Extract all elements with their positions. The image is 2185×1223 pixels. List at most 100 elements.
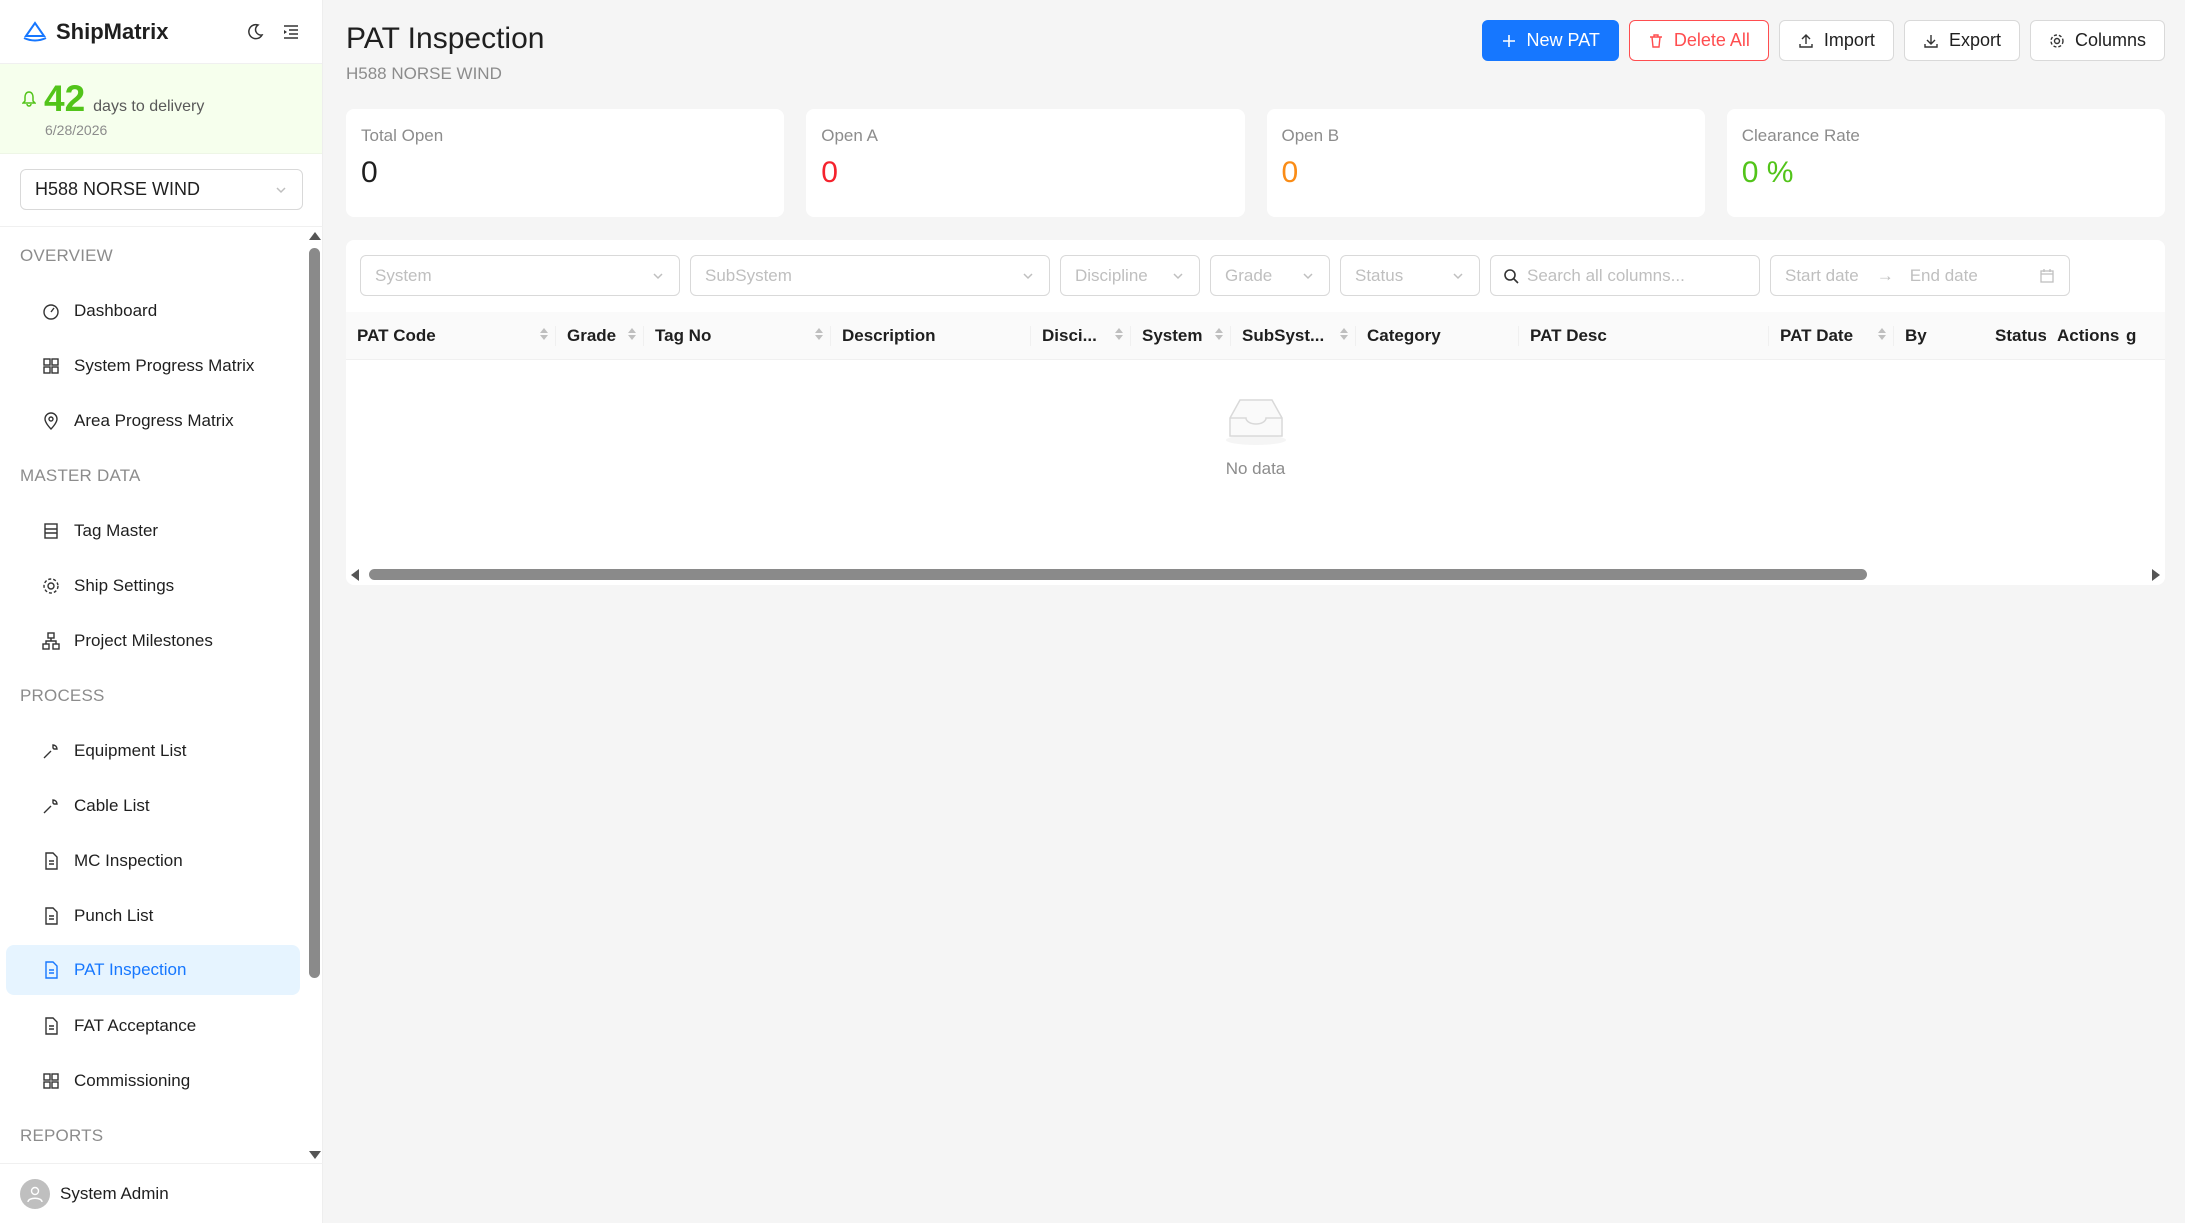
date-range-picker[interactable]: Start date → End date <box>1770 255 2070 296</box>
start-date-placeholder[interactable]: Start date <box>1785 266 1859 286</box>
appstore-icon <box>42 357 60 375</box>
sidebar-item-ship-settings[interactable]: Ship Settings <box>6 558 300 613</box>
column-label: g <box>2126 325 2137 345</box>
gear-icon <box>42 577 60 595</box>
sidebar-item-label: Equipment List <box>74 740 187 760</box>
column-header-status[interactable]: Status <box>1984 312 2046 360</box>
sidebar-item-label: Dashboard <box>74 300 158 320</box>
sort-icon[interactable] <box>628 327 636 340</box>
location-icon <box>42 411 60 430</box>
column-label: PAT Date <box>1780 325 1854 345</box>
sidebar-item-pat-inspection[interactable]: PAT Inspection <box>6 945 300 995</box>
end-date-placeholder[interactable]: End date <box>1910 266 1978 286</box>
sidebar-item-punch-list[interactable]: Punch List <box>6 888 300 943</box>
column-header-description[interactable]: Description <box>831 312 1031 360</box>
sidebar-item-equipment-list[interactable]: Equipment List <box>6 723 300 778</box>
column-label: By <box>1905 325 1927 345</box>
column-header-category[interactable]: Category <box>1356 312 1519 360</box>
system-filter-select[interactable]: System <box>360 255 680 296</box>
stat-value: 0 <box>1281 156 1299 189</box>
scrollbar-thumb[interactable] <box>369 569 1867 580</box>
column-label: Tag No <box>655 325 712 345</box>
subsystem-filter-select[interactable]: SubSystem <box>690 255 1050 296</box>
sidebar-item-area-progress[interactable]: Area Progress Matrix <box>6 393 300 448</box>
search-input[interactable]: Search all columns... <box>1490 255 1760 296</box>
new-pat-button[interactable]: New PAT <box>1481 20 1619 61</box>
status-filter-select[interactable]: Status <box>1340 255 1480 296</box>
pat-table-panel: System SubSystem Discipline Grade Status <box>346 240 2165 585</box>
column-label: PAT Desc <box>1530 325 1607 345</box>
sort-icon[interactable] <box>1340 327 1348 340</box>
column-header-pat-code[interactable]: PAT Code <box>346 312 556 360</box>
sidebar: ShipMatrix 42 days to delivery 6/28/2026… <box>0 0 323 1223</box>
file-text-icon <box>42 851 60 870</box>
column-header-by[interactable]: By <box>1894 312 1984 360</box>
column-header-overflow[interactable]: g <box>2122 312 2145 360</box>
discipline-filter-placeholder: Discipline <box>1075 265 1148 285</box>
sort-icon[interactable] <box>1115 327 1123 340</box>
import-label: Import <box>1823 30 1875 50</box>
scroll-up-arrow-icon[interactable] <box>309 232 321 240</box>
file-text-icon <box>42 1016 60 1035</box>
column-header-discipline[interactable]: Disci... <box>1031 312 1131 360</box>
sidebar-item-tag-master[interactable]: Tag Master <box>6 503 300 558</box>
stat-value: 0 % <box>1741 156 1794 189</box>
table-horizontal-scrollbar[interactable] <box>346 566 2165 583</box>
sort-icon[interactable] <box>1878 327 1886 340</box>
page-title: PAT Inspection <box>346 22 545 55</box>
subsystem-filter-placeholder: SubSystem <box>705 265 792 285</box>
column-label: Category <box>1367 325 1441 345</box>
sidebar-item-cable-list[interactable]: Cable List <box>6 778 300 833</box>
sidebar-item-commissioning[interactable]: Commissioning <box>6 1053 300 1108</box>
sidebar-item-dashboard[interactable]: Dashboard <box>6 283 300 338</box>
nav-group-master-data: MASTER DATA <box>20 465 141 485</box>
column-header-grade[interactable]: Grade <box>556 312 644 360</box>
search-icon <box>1503 268 1519 284</box>
scroll-right-arrow-icon[interactable] <box>2152 569 2160 581</box>
column-header-system[interactable]: System <box>1131 312 1231 360</box>
delete-all-button[interactable]: Delete All <box>1628 20 1769 61</box>
column-header-pat-date[interactable]: PAT Date <box>1769 312 1894 360</box>
ship-select[interactable]: H588 NORSE WIND <box>20 169 303 210</box>
export-button[interactable]: Export <box>1903 20 2020 61</box>
sidebar-item-mc-inspection[interactable]: MC Inspection <box>6 833 300 888</box>
arrow-right-icon: → <box>1876 265 1894 285</box>
empty-state: No data <box>346 360 2165 510</box>
stat-card-open-b: Open B 0 <box>1266 109 1705 217</box>
columns-button[interactable]: Columns <box>2029 20 2165 61</box>
trash-icon <box>1648 33 1664 49</box>
sort-icon[interactable] <box>815 327 823 340</box>
column-header-actions[interactable]: Actions <box>2046 312 2122 360</box>
import-button[interactable]: Import <box>1778 20 1894 61</box>
discipline-filter-select[interactable]: Discipline <box>1060 255 1200 296</box>
plus-icon <box>1501 33 1517 49</box>
stat-label: Open B <box>1281 126 1340 145</box>
user-profile[interactable]: System Admin <box>0 1163 323 1223</box>
column-header-tag-no[interactable]: Tag No <box>644 312 831 360</box>
sort-icon[interactable] <box>540 327 548 340</box>
grade-filter-select[interactable]: Grade <box>1210 255 1330 296</box>
sidebar-item-system-progress[interactable]: System Progress Matrix <box>6 338 300 393</box>
scroll-down-arrow-icon[interactable] <box>309 1151 321 1159</box>
scrollbar-thumb[interactable] <box>309 248 320 978</box>
moon-icon[interactable] <box>246 23 264 41</box>
tool-icon <box>42 797 60 815</box>
sidebar-scrollbar[interactable] <box>306 228 323 1163</box>
scroll-left-arrow-icon[interactable] <box>351 569 359 581</box>
stat-label: Open A <box>821 126 878 145</box>
export-label: Export <box>1948 30 2001 50</box>
menu-fold-icon[interactable] <box>282 23 300 41</box>
sidebar-item-fat-acceptance[interactable]: FAT Acceptance <box>6 998 300 1053</box>
appstore-icon <box>42 1072 60 1090</box>
bell-icon <box>22 91 36 107</box>
chevron-down-icon <box>1451 269 1465 283</box>
sidebar-item-project-milestones[interactable]: Project Milestones <box>6 613 300 668</box>
sort-icon[interactable] <box>1215 327 1223 340</box>
brand-header: ShipMatrix <box>0 0 322 64</box>
stat-label: Total Open <box>361 126 444 145</box>
column-header-subsystem[interactable]: SubSyst... <box>1231 312 1356 360</box>
grade-filter-placeholder: Grade <box>1225 265 1273 285</box>
columns-label: Columns <box>2074 30 2146 50</box>
column-header-pat-desc[interactable]: PAT Desc <box>1519 312 1769 360</box>
ship-logo-icon <box>22 19 48 45</box>
